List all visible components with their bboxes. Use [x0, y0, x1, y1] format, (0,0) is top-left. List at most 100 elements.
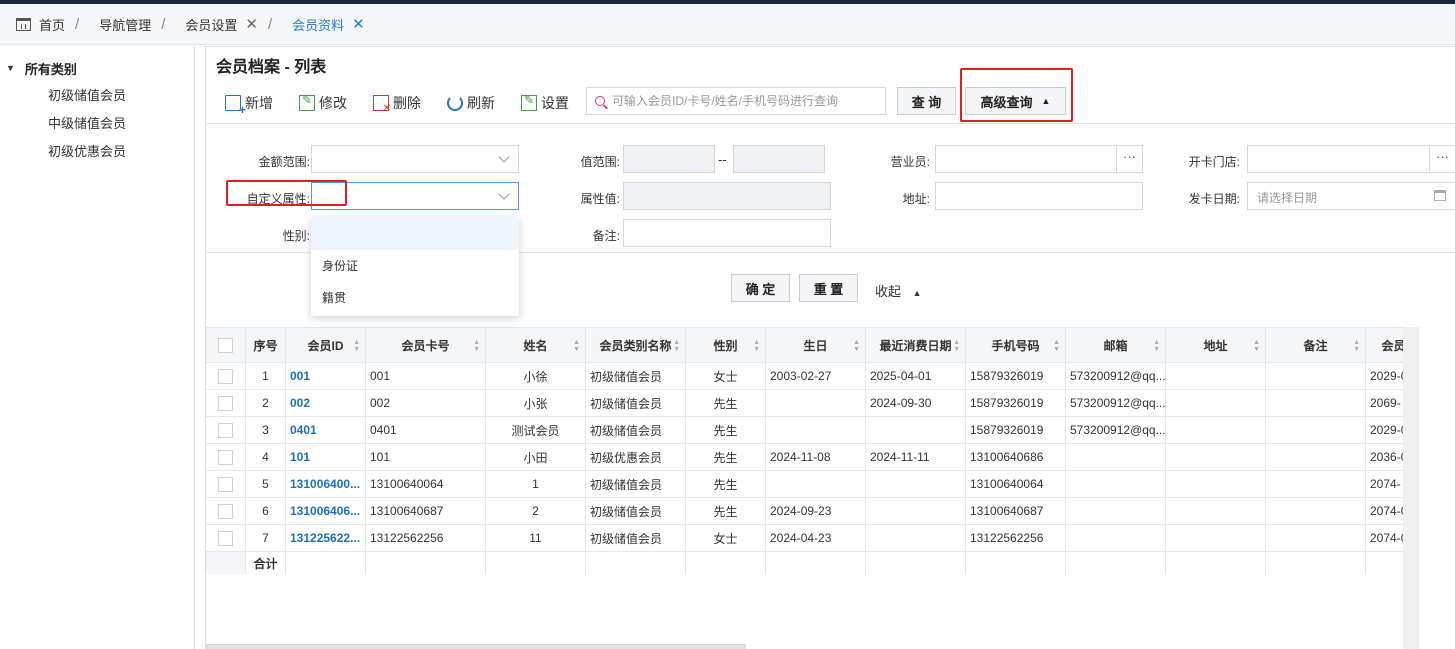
- collapse-button[interactable]: 收起 ▲: [875, 281, 922, 300]
- sort-icon[interactable]: ▲ ▼: [1153, 339, 1160, 353]
- col-last-purchase-cell: [866, 471, 966, 497]
- col-category-header[interactable]: 会员类别名称 ▲ ▼: [586, 328, 686, 362]
- lookup-button[interactable]: ···: [1116, 146, 1142, 172]
- tree-item-category[interactable]: 中级储值会员: [0, 110, 194, 138]
- sort-icon[interactable]: ▲ ▼: [1053, 339, 1060, 353]
- salesperson-field[interactable]: ···: [935, 145, 1143, 173]
- query-button[interactable]: 查 询: [897, 87, 956, 115]
- value-range-min-input[interactable]: [623, 145, 715, 173]
- row-checkbox[interactable]: [218, 395, 233, 411]
- col-expiry-cell: 2074-0: [1366, 525, 1403, 551]
- col-card-no-header[interactable]: 会员卡号 ▲ ▼: [366, 328, 486, 362]
- row-checkbox[interactable]: [218, 422, 233, 438]
- col-member-id-cell[interactable]: 131225622...: [286, 525, 366, 551]
- col-last-purchase-header[interactable]: 最近消费日期 ▲ ▼: [866, 328, 966, 362]
- table-row[interactable]: 4 101 101 小田 初级优惠会员 先生 2024-11-08 2024-11-11 131…: [206, 444, 1403, 471]
- sort-icon[interactable]: ▲ ▼: [573, 339, 580, 353]
- row-checkbox[interactable]: [218, 449, 233, 465]
- sort-icon[interactable]: ▲ ▼: [1253, 339, 1260, 353]
- amount-range-select[interactable]: [311, 145, 519, 173]
- tree-root-all-categories[interactable]: ▼ 所有类别: [0, 54, 194, 82]
- address-input[interactable]: [935, 182, 1143, 210]
- lookup-button[interactable]: ···: [1429, 146, 1455, 172]
- dropdown-option[interactable]: 籍贯: [311, 282, 519, 314]
- row-checkbox[interactable]: [218, 476, 233, 492]
- delete-button[interactable]: 删除: [373, 91, 421, 115]
- confirm-button[interactable]: 确 定: [731, 274, 790, 302]
- select-all-checkbox[interactable]: [218, 337, 233, 353]
- col-member-id-cell[interactable]: 0401: [286, 417, 366, 443]
- custom-attr-select[interactable]: [311, 182, 519, 210]
- col-member-id-header[interactable]: 会员ID ▲ ▼: [286, 328, 366, 362]
- add-button[interactable]: 新增: [225, 91, 273, 117]
- tab-nav-management[interactable]: 导航管理 /: [89, 4, 175, 45]
- close-icon[interactable]: ✕: [352, 15, 365, 33]
- advanced-query-button[interactable]: 高级查询 ▲: [965, 87, 1066, 115]
- settings-button[interactable]: 设置: [521, 91, 569, 115]
- table-row[interactable]: 5 131006400... 13100640064 1 初级储值会员 先生 1310064…: [206, 471, 1403, 498]
- tree-item-category[interactable]: 初级优惠会员: [0, 138, 194, 166]
- sort-icon[interactable]: ▲ ▼: [673, 339, 680, 353]
- col-card-no-cell: 002: [366, 390, 486, 416]
- sort-icon[interactable]: ▲ ▼: [953, 339, 960, 353]
- search-input[interactable]: [612, 94, 872, 108]
- table-row[interactable]: 2 002 002 小张 初级储值会员 先生 2024-09-30 15879326019 57…: [206, 390, 1403, 417]
- col-remark-header[interactable]: 备注 ▲ ▼: [1266, 328, 1366, 362]
- col-address-header[interactable]: 地址 ▲ ▼: [1166, 328, 1266, 362]
- header-label: 最近消费日期: [879, 338, 952, 353]
- dropdown-option[interactable]: [311, 218, 519, 250]
- col-last-purchase-cell: [866, 525, 966, 551]
- tab-home[interactable]: 首页 /: [0, 4, 89, 45]
- col-birthday-cell: [766, 390, 866, 416]
- tab-member-profile[interactable]: 会员资料 ✕: [282, 4, 375, 45]
- dropdown-option[interactable]: 身份证: [311, 250, 519, 282]
- close-icon[interactable]: ✕: [245, 15, 258, 33]
- sort-icon[interactable]: ▲ ▼: [853, 339, 860, 353]
- value-range-max-input[interactable]: [733, 145, 825, 173]
- col-seq-cell: 6: [246, 498, 286, 524]
- reset-button[interactable]: 重 置: [799, 274, 858, 302]
- store-label: 开卡门店:: [1188, 155, 1240, 169]
- col-member-id-cell[interactable]: 131006406...: [286, 498, 366, 524]
- horizontal-scrollbar[interactable]: [206, 644, 746, 649]
- col-name-cell: 小徐: [486, 363, 586, 389]
- store-field[interactable]: ···: [1247, 145, 1455, 173]
- col-birthday-header[interactable]: 生日 ▲ ▼: [766, 328, 866, 362]
- col-email-header[interactable]: 邮箱 ▲ ▼: [1066, 328, 1166, 362]
- col-phone-cell: 15879326019: [966, 417, 1066, 443]
- remark-input[interactable]: [623, 219, 831, 247]
- refresh-button[interactable]: 刷新: [447, 91, 495, 115]
- col-gender-header[interactable]: 性别 ▲ ▼: [686, 328, 766, 362]
- sort-icon[interactable]: ▲ ▼: [353, 339, 360, 353]
- search-field[interactable]: [586, 87, 886, 115]
- table-row[interactable]: 6 131006406... 13100640687 2 初级储值会员 先生 2024-09…: [206, 498, 1403, 525]
- vertical-scrollbar[interactable]: [1403, 327, 1419, 649]
- custom-attr-dropdown: 身份证 籍贯: [311, 218, 519, 316]
- sort-icon[interactable]: ▲ ▼: [753, 339, 760, 353]
- col-member-id-cell[interactable]: 001: [286, 363, 366, 389]
- address-label: 地址:: [902, 192, 930, 206]
- row-checkbox[interactable]: [218, 368, 233, 384]
- tree-item-category[interactable]: 初级储值会员: [0, 82, 194, 110]
- col-name-header[interactable]: 姓名 ▲ ▼: [486, 328, 586, 362]
- col-phone-header[interactable]: 手机号码 ▲ ▼: [966, 328, 1066, 362]
- sort-icon[interactable]: ▲ ▼: [473, 339, 480, 353]
- col-expiry-cell: 2074-0: [1366, 498, 1403, 524]
- sort-icon[interactable]: ▲ ▼: [1353, 339, 1360, 353]
- col-member-id-cell[interactable]: 131006400...: [286, 471, 366, 497]
- row-checkbox[interactable]: [218, 503, 233, 519]
- col-birthday-cell: [766, 471, 866, 497]
- col-member-id-cell[interactable]: 101: [286, 444, 366, 470]
- row-checkbox[interactable]: [218, 530, 233, 546]
- tab-member-settings[interactable]: 会员设置 ✕ /: [175, 4, 282, 45]
- col-expiry-cell: 2074-: [1366, 471, 1403, 497]
- caret-down-icon[interactable]: ▼: [6, 63, 15, 73]
- table-row[interactable]: 3 0401 0401 测试会员 初级储值会员 先生 15879326019 57320091…: [206, 417, 1403, 444]
- attr-value-input[interactable]: [623, 182, 831, 210]
- table-row[interactable]: 7 131225622... 13122562256 11 初级储值会员 女士 2024-0…: [206, 525, 1403, 552]
- edit-button[interactable]: 修改: [299, 91, 347, 115]
- table-row[interactable]: 1 001 001 小徐 初级储值会员 女士 2003-02-27 2025-04-01 158…: [206, 363, 1403, 390]
- col-member-id-cell[interactable]: 002: [286, 390, 366, 416]
- issue-date-picker[interactable]: 请选择日期: [1247, 182, 1455, 210]
- col-card-no-cell: 13122562256: [366, 525, 486, 551]
